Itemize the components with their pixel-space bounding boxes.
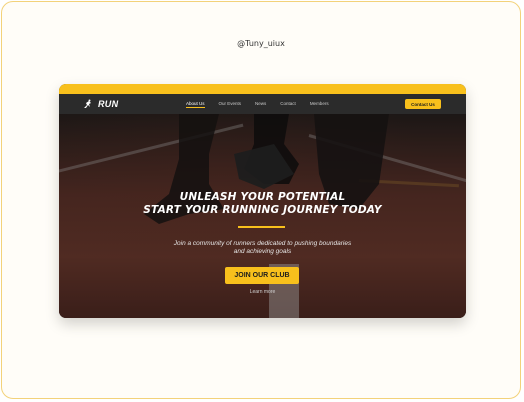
nav-item-about-us[interactable]: About Us bbox=[186, 101, 205, 108]
brand-logo[interactable]: RUN bbox=[83, 99, 118, 109]
main-navigation: About Us Our Events News Contact Members bbox=[186, 101, 329, 108]
hero-headline-line-1: UNLEASH YOUR POTENTIAL bbox=[179, 191, 346, 203]
hero-subtitle-line-2: and achieving goals bbox=[233, 248, 292, 255]
headline-divider bbox=[238, 226, 285, 228]
contact-us-button[interactable]: Contact Us bbox=[405, 99, 441, 109]
browser-top-bar bbox=[59, 84, 466, 94]
join-our-club-button[interactable]: JOIN OUR CLUB bbox=[225, 267, 299, 284]
nav-item-contact[interactable]: Contact bbox=[280, 101, 296, 108]
nav-item-our-events[interactable]: Our Events bbox=[219, 101, 242, 108]
learn-more-link[interactable]: Learn more bbox=[59, 289, 466, 295]
hero-section bbox=[59, 114, 466, 318]
hero-subtitle-line-1: Join a community of runners dedicated to… bbox=[173, 240, 352, 247]
hero-headline-line-2: START YOUR RUNNING JOURNEY TODAY bbox=[143, 204, 382, 216]
nav-item-members[interactable]: Members bbox=[310, 101, 329, 108]
nav-item-news[interactable]: News bbox=[255, 101, 266, 108]
designer-handle: @Tuny_uiux bbox=[237, 39, 285, 48]
website-mockup: RUN About Us Our Events News Contact Mem… bbox=[59, 84, 466, 318]
hero-overlay bbox=[59, 114, 466, 318]
runner-logo-icon bbox=[84, 99, 91, 108]
brand-name: RUN bbox=[98, 99, 119, 109]
